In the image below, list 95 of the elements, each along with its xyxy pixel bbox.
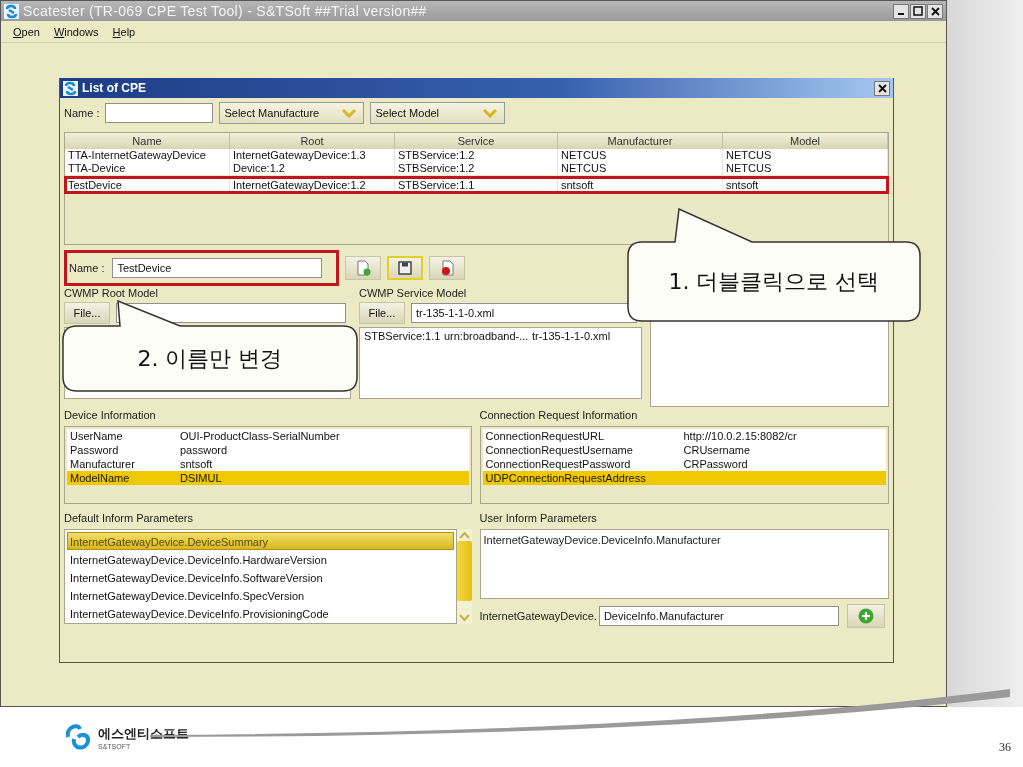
menu-item[interactable]: Open bbox=[13, 25, 40, 38]
column-header[interactable]: Name bbox=[65, 133, 230, 149]
table-row[interactable]: TTA-InternetGatewayDevice InternetGatewayDevice:1.3 STBService:1.2 NETCUS NETCUS bbox=[65, 149, 888, 162]
prefix-label: InternetGatewayDevice. bbox=[479, 610, 597, 622]
table-cell-text: ConnectionRequestPassword bbox=[484, 458, 632, 470]
dialog-title: List of CPE bbox=[82, 81, 147, 95]
column-header[interactable]: Manufacturer bbox=[558, 133, 723, 149]
table-row[interactable]: Password password bbox=[67, 443, 469, 457]
table-cell-text: ConnectionRequestUsername bbox=[484, 444, 634, 456]
table-cell-text: UDPConnectionRequestAddress bbox=[484, 472, 647, 484]
table-row[interactable]: ModelName DSIMUL bbox=[67, 471, 469, 485]
save-icon bbox=[398, 261, 412, 275]
table-cell-text: password bbox=[179, 444, 229, 456]
name-input[interactable] bbox=[105, 103, 214, 123]
company-logo-icon bbox=[64, 723, 92, 751]
window-title: Scatester (TR-069 CPE Test Tool) - S&TSoft ##Trial version## bbox=[23, 3, 428, 19]
table-cell-text: http://10.0.2.15:8082/cr bbox=[682, 430, 798, 442]
new-document-icon bbox=[355, 260, 371, 276]
list-cell-text: STBService:1.1 bbox=[362, 330, 441, 342]
table-cell-text: DSIMUL bbox=[179, 472, 223, 484]
section-title: User Inform Parameters bbox=[479, 512, 598, 524]
table-cell: STBService:1.1 bbox=[395, 178, 558, 192]
callout-text: 1. 더블클릭으로 선택 bbox=[668, 269, 880, 295]
name-label: Name : bbox=[69, 262, 105, 274]
table-cell-text: CRUsername bbox=[682, 444, 752, 456]
delete-button[interactable] bbox=[429, 256, 465, 280]
table-cell-text: ConnectionRequestURL bbox=[484, 430, 606, 442]
column-header[interactable]: Service bbox=[395, 133, 558, 149]
name-label: Name : bbox=[64, 107, 100, 119]
file-button[interactable]: File... bbox=[64, 302, 110, 324]
callout-text: 2. 이름만 변경 bbox=[137, 346, 283, 372]
chevron-down-icon bbox=[482, 108, 499, 118]
table-cell-text: Manufacturer bbox=[69, 458, 136, 470]
minimize-icon bbox=[898, 13, 904, 15]
maximize-button[interactable] bbox=[910, 3, 926, 19]
scroll-up-icon bbox=[456, 529, 472, 541]
table-cell: InternetGatewayDevice:1.2 bbox=[230, 178, 395, 192]
file-input[interactable]: tr-135-1-1-0.xml bbox=[410, 303, 637, 323]
list-cell-text: tr-135-1-1-0.xml bbox=[530, 330, 612, 342]
column-header[interactable]: Model bbox=[723, 133, 888, 149]
company-name: 에스엔티소프트 bbox=[98, 724, 189, 743]
chevron-down-icon bbox=[341, 108, 358, 118]
section-title: CWMP Root Model bbox=[64, 287, 159, 299]
table-row[interactable]: Manufacturer sntsoft bbox=[67, 457, 469, 471]
table-cell: NETCUS bbox=[558, 162, 723, 175]
table-cell: TestDevice bbox=[65, 178, 230, 192]
close-icon bbox=[877, 83, 887, 93]
table-row[interactable]: UserName OUI-ProductClass-SerialNumber bbox=[67, 429, 469, 443]
add-icon bbox=[857, 608, 874, 624]
save-button[interactable] bbox=[387, 256, 423, 280]
name-input[interactable]: TestDevice bbox=[112, 258, 323, 278]
section-title: Connection Request Information bbox=[479, 409, 639, 421]
table-row[interactable]: ConnectionRequestURL http://10.0.2.15:8082/cr bbox=[482, 429, 886, 443]
delete-document-icon bbox=[439, 260, 455, 276]
app-icon bbox=[63, 80, 78, 96]
table-cell-text: sntsoft bbox=[179, 458, 214, 470]
section-title: Default Inform Parameters bbox=[64, 512, 194, 524]
table-cell: STBService:1.2 bbox=[395, 162, 558, 175]
close-button[interactable] bbox=[927, 3, 943, 19]
table-cell-text: OUI-ProductClass-SerialNumber bbox=[179, 430, 341, 442]
table-cell-text: UserName bbox=[69, 430, 124, 442]
table-cell-text: Password bbox=[69, 444, 120, 456]
menu-item[interactable]: Help bbox=[112, 25, 136, 38]
page-number: 36 bbox=[999, 740, 1011, 755]
close-button[interactable] bbox=[874, 80, 890, 96]
minimize-button[interactable] bbox=[893, 3, 909, 19]
scroll-down-icon bbox=[456, 612, 472, 624]
manufacturer-select[interactable]: Select Manufacture bbox=[219, 102, 365, 124]
list-item[interactable]: InternetGatewayDevice.DeviceInfo.Manufacturer bbox=[483, 534, 885, 546]
table-row[interactable]: UDPConnectionRequestAddress bbox=[482, 471, 886, 485]
file-button[interactable]: File... bbox=[358, 302, 405, 324]
model-select[interactable]: Select Model bbox=[370, 102, 506, 124]
add-button[interactable] bbox=[846, 604, 885, 628]
list-item[interactable]: InternetGatewayDevice.DeviceSummary bbox=[67, 532, 454, 550]
table-row[interactable]: ConnectionRequestUsername CRUsername bbox=[482, 443, 886, 457]
table-row[interactable]: ConnectionRequestPassword CRPassword bbox=[482, 457, 886, 471]
column-header[interactable]: Root bbox=[230, 133, 395, 149]
table-cell: sntsoft bbox=[723, 178, 888, 192]
close-icon bbox=[930, 6, 940, 16]
table-cell: NETCUS bbox=[723, 162, 888, 175]
section-title: Device Information bbox=[64, 409, 157, 421]
list-cell-text: urn:broadband-... bbox=[442, 330, 529, 342]
table-row[interactable]: TestDevice InternetGatewayDevice:1.2 STBService:1.1 sntsoft sntsoft bbox=[65, 177, 888, 193]
table-cell: sntsoft bbox=[558, 178, 723, 192]
new-button[interactable] bbox=[345, 256, 381, 280]
app-icon bbox=[4, 3, 19, 19]
parameter-input[interactable]: DeviceInfo.Manufacturer bbox=[598, 606, 839, 626]
menu-item[interactable]: Windows bbox=[53, 25, 99, 38]
maximize-icon bbox=[913, 6, 923, 16]
table-row[interactable]: TTA-Device Device:1.2 STBService:1.2 NETCUS NETCUS bbox=[65, 162, 888, 175]
table-cell-text: ModelName bbox=[69, 472, 131, 484]
table-cell: Device:1.2 bbox=[230, 162, 395, 175]
table-cell-text: CRPassword bbox=[682, 458, 749, 470]
section-title: CWMP Service Model bbox=[358, 287, 468, 299]
table-cell: TTA-Device bbox=[65, 162, 230, 175]
